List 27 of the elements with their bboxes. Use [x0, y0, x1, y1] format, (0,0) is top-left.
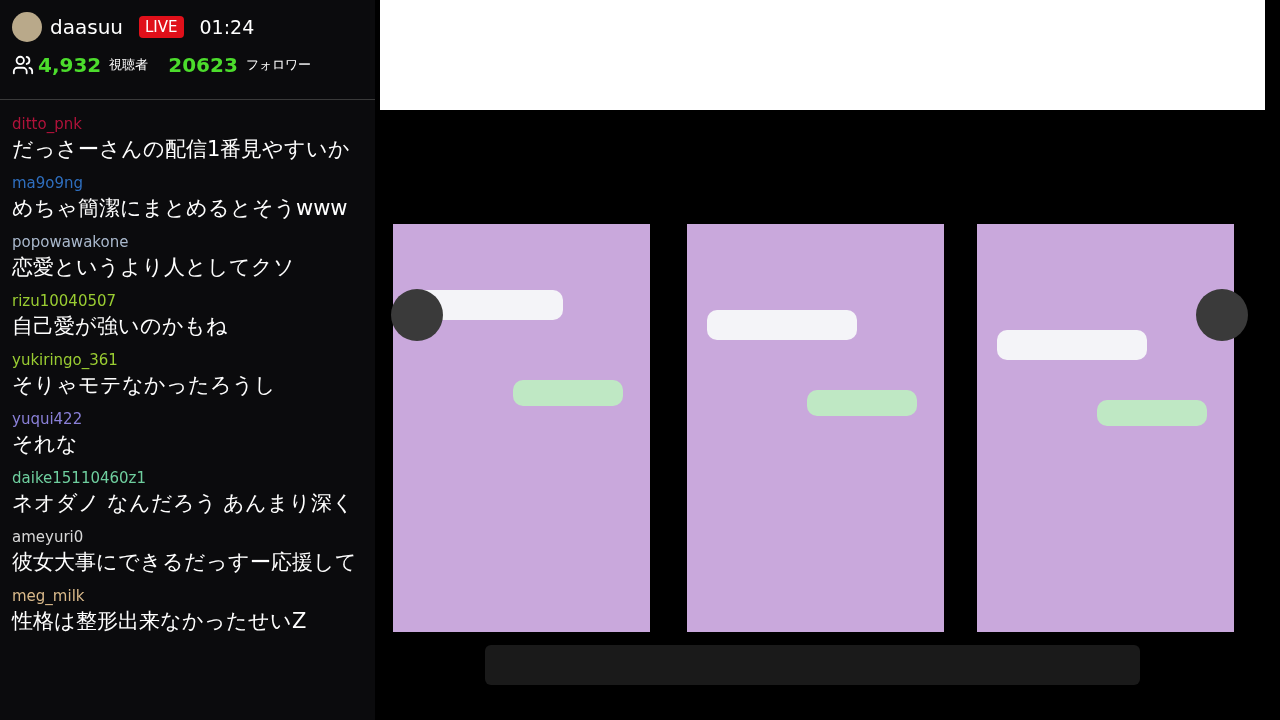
chat-username: meg_milk: [12, 586, 86, 606]
chat-message: そりゃモテなかったろうし: [12, 372, 277, 399]
viewer-count: 4,932: [38, 52, 102, 79]
chat-username: popowawakone: [12, 232, 130, 252]
chat-username: ditto_pnk: [12, 114, 83, 134]
viewers-label: 視聴者: [109, 56, 149, 75]
chat-username: rizu10040507: [12, 291, 118, 311]
channel-name: daasuu: [50, 14, 123, 41]
chat-message: めちゃ簡潔にまとめるとそうwww: [12, 195, 349, 222]
chat-message: それな: [12, 431, 79, 458]
viewers-icon: [12, 54, 34, 76]
chat-message: 性格は整形出来なかったせいZ: [12, 608, 308, 635]
chat-message: だっさーさんの配信1番見やすいか: [12, 136, 352, 163]
chat-message: 恋愛というより人としてクソ: [12, 254, 296, 281]
chat-message: ネオダノ なんだろう あんまり深く: [12, 490, 356, 517]
live-badge: LIVE: [139, 15, 184, 39]
chat-username: yuqui422: [12, 409, 84, 429]
chat-message: 自己愛が強いのかもね: [12, 313, 229, 340]
uptime: 01:24: [199, 14, 255, 40]
chat-username: yukiringo_361: [12, 350, 119, 370]
avatar: [12, 12, 42, 42]
follower-count: 20623: [168, 52, 238, 79]
chat-username: daike15110460z1: [12, 468, 148, 488]
chat-username: ameyuri0: [12, 527, 85, 547]
chat-message: 彼女大事にできるだっすー応援して: [12, 549, 358, 576]
followers-label: フォロワー: [245, 56, 311, 75]
chat-username: ma9o9ng: [12, 173, 85, 193]
